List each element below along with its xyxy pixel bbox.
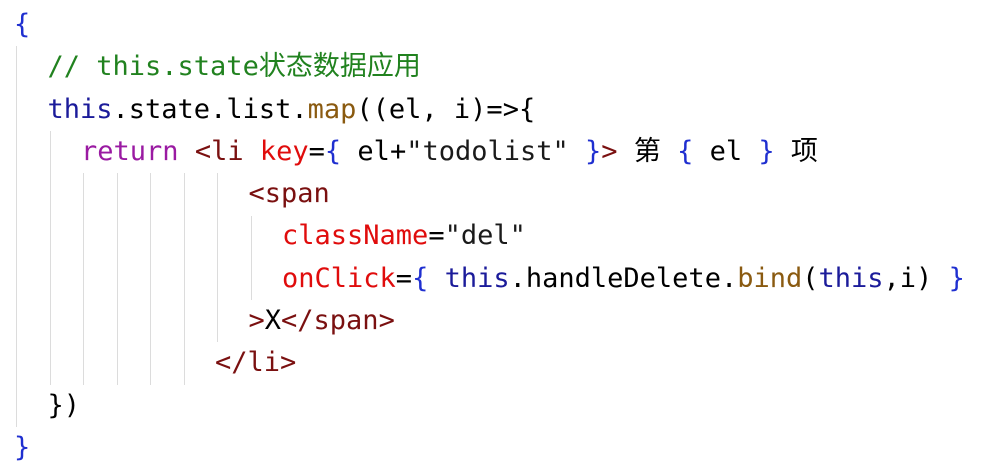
code-token: }) [47, 389, 81, 421]
code-token: map [307, 93, 357, 125]
indent-guide [83, 173, 84, 385]
code-token: </li> [215, 347, 297, 379]
code-line: }) [14, 385, 1006, 427]
code-line: onClick={ this.handleDelete.bind(this,i)… [14, 258, 1006, 300]
code-token: ,i) [883, 262, 949, 294]
code-token: } [948, 262, 965, 294]
code-token: this [444, 262, 510, 294]
code-token: return [81, 135, 179, 167]
code-line: </li> [14, 342, 1006, 384]
code-token: ( [802, 262, 819, 294]
code-token: el+ [341, 135, 407, 167]
code-token: ((el, i)=>{ [356, 93, 536, 125]
code-line: this.state.list.map((el, i)=>{ [14, 89, 1006, 131]
code-token: "del" [444, 220, 526, 252]
code-token: className [282, 220, 429, 252]
code-token: bind [737, 262, 803, 294]
code-token: = [308, 135, 325, 167]
code-token: } [758, 135, 775, 167]
code-line: return <li key={ el+"todolist" }> 第 { el… [14, 131, 1006, 173]
indent-guide [150, 173, 151, 385]
code-token: 项 [774, 135, 818, 167]
code-token: { [412, 262, 429, 294]
code-line: } [14, 427, 1006, 469]
code-token: { [677, 135, 694, 167]
code-line: // this.state状态数据应用 [14, 46, 1006, 88]
code-line: { [14, 4, 1006, 46]
code-token: { [324, 135, 342, 167]
code-token: onClick [282, 262, 396, 294]
code-token: .handleDelete. [509, 262, 738, 294]
code-token: this [818, 262, 884, 294]
code-token: } [14, 431, 31, 463]
code-token: = [395, 262, 413, 294]
code-line: className="del" [14, 215, 1006, 257]
code-token: > [601, 135, 618, 167]
code-token: key [259, 135, 309, 167]
indent-guide [217, 173, 218, 343]
indent-guide [49, 130, 51, 385]
code-token: <span [248, 178, 330, 210]
code-token: X [264, 305, 282, 337]
code-token: "todolist" [406, 135, 569, 167]
code-line: <span [14, 173, 1006, 215]
indent-guide [183, 173, 185, 385]
indent-guide [116, 173, 118, 385]
indent-guide [16, 46, 17, 427]
code-token: // this.state状态数据应用 [47, 51, 421, 83]
indent-guide [250, 215, 252, 301]
code-token: .state.list. [112, 93, 308, 125]
code-token: } [585, 135, 602, 167]
code-token: { [14, 9, 31, 40]
code-token: > [248, 305, 265, 337]
code-token: el [693, 135, 759, 167]
code-token: <li [194, 135, 244, 167]
code-token: </span> [281, 305, 395, 337]
code-editor[interactable]: {// this.state状态数据应用 this.state.list.map(… [0, 0, 1006, 466]
code-token: this [47, 93, 113, 125]
code-token: 第 [617, 135, 678, 167]
code-line: >X</span> [14, 300, 1006, 342]
code-token: = [428, 220, 445, 252]
